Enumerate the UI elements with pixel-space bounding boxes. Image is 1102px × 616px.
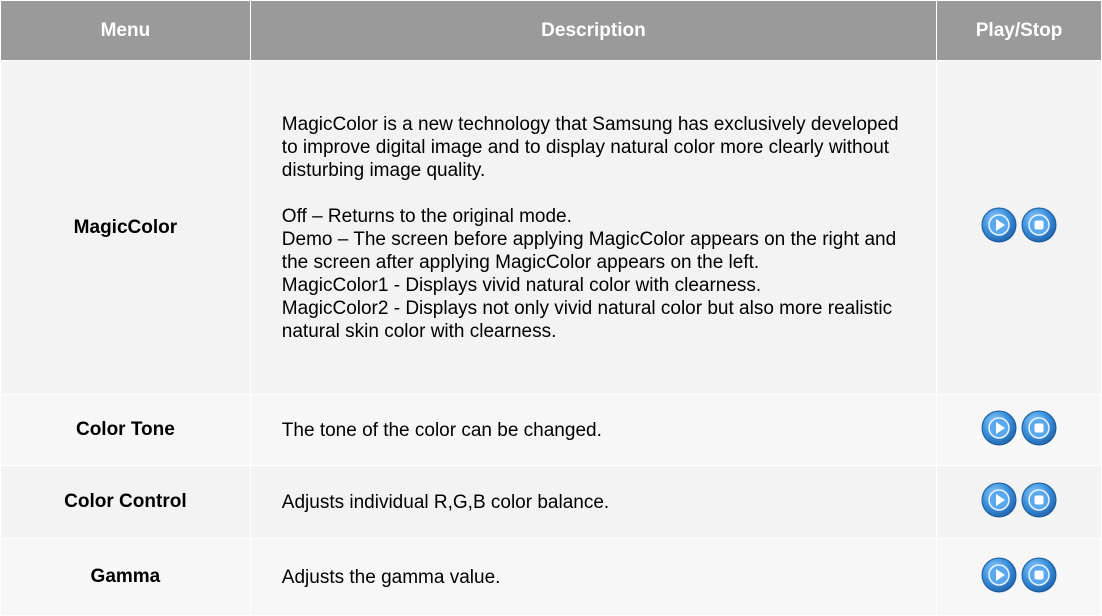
table-row: Color Control Adjusts individual R,G,B c… (1, 466, 1101, 538)
table-row: Color Tone The tone of the color can be … (1, 395, 1101, 465)
table-row: MagicColor MagicColor is a new technolog… (1, 61, 1101, 394)
stop-square (1034, 495, 1044, 504)
description-color-control: Adjusts individual R,G,B color balance. (250, 466, 937, 538)
play-stop-controls (981, 482, 1057, 518)
stop-icon[interactable] (1021, 557, 1057, 593)
play-icon[interactable] (981, 410, 1017, 446)
description-paragraph: MagicColor is a new technology that Sams… (281, 113, 899, 181)
play-stop-cell (937, 395, 1101, 465)
stop-square (1034, 220, 1044, 230)
play-icon[interactable] (981, 557, 1017, 593)
description-line: MagicColor1 - Displays vivid natural col… (281, 274, 762, 296)
menu-name-color-control: Color Control (1, 466, 250, 538)
description-magiccolor: MagicColor is a new technology that Sams… (250, 61, 937, 394)
menu-name-magiccolor: MagicColor (1, 61, 250, 394)
stop-icon[interactable] (1021, 207, 1057, 243)
description-line: Demo – The screen before applying MagicC… (281, 228, 897, 273)
menu-name-color-tone: Color Tone (1, 395, 250, 465)
play-icon[interactable] (981, 482, 1017, 518)
stop-icon[interactable] (1021, 482, 1057, 518)
stop-square (1034, 423, 1044, 432)
play-stop-controls (981, 410, 1057, 446)
play-stop-controls (981, 207, 1057, 243)
description-line: Off – Returns to the original mode. (281, 205, 572, 227)
menu-description-table: Menu Description Play/Stop MagicColor Ma… (0, 0, 1102, 616)
play-stop-cell (937, 466, 1101, 538)
description-gamma: Adjusts the gamma value. (250, 539, 937, 615)
play-stop-cell (937, 539, 1101, 615)
stop-icon[interactable] (1021, 410, 1057, 446)
description-line: MagicColor2 - Displays not only vivid na… (281, 297, 893, 342)
menu-name-gamma: Gamma (1, 539, 250, 615)
table-row: Gamma Adjusts the gamma value. (1, 539, 1101, 615)
stop-square (1034, 570, 1044, 579)
description-color-tone: The tone of the color can be changed. (250, 395, 937, 465)
header-menu: Menu (1, 1, 250, 60)
play-icon[interactable] (981, 207, 1017, 243)
play-stop-controls (981, 557, 1057, 593)
header-play-stop: Play/Stop (937, 1, 1101, 60)
header-description: Description (250, 1, 937, 60)
play-stop-cell (937, 61, 1101, 394)
